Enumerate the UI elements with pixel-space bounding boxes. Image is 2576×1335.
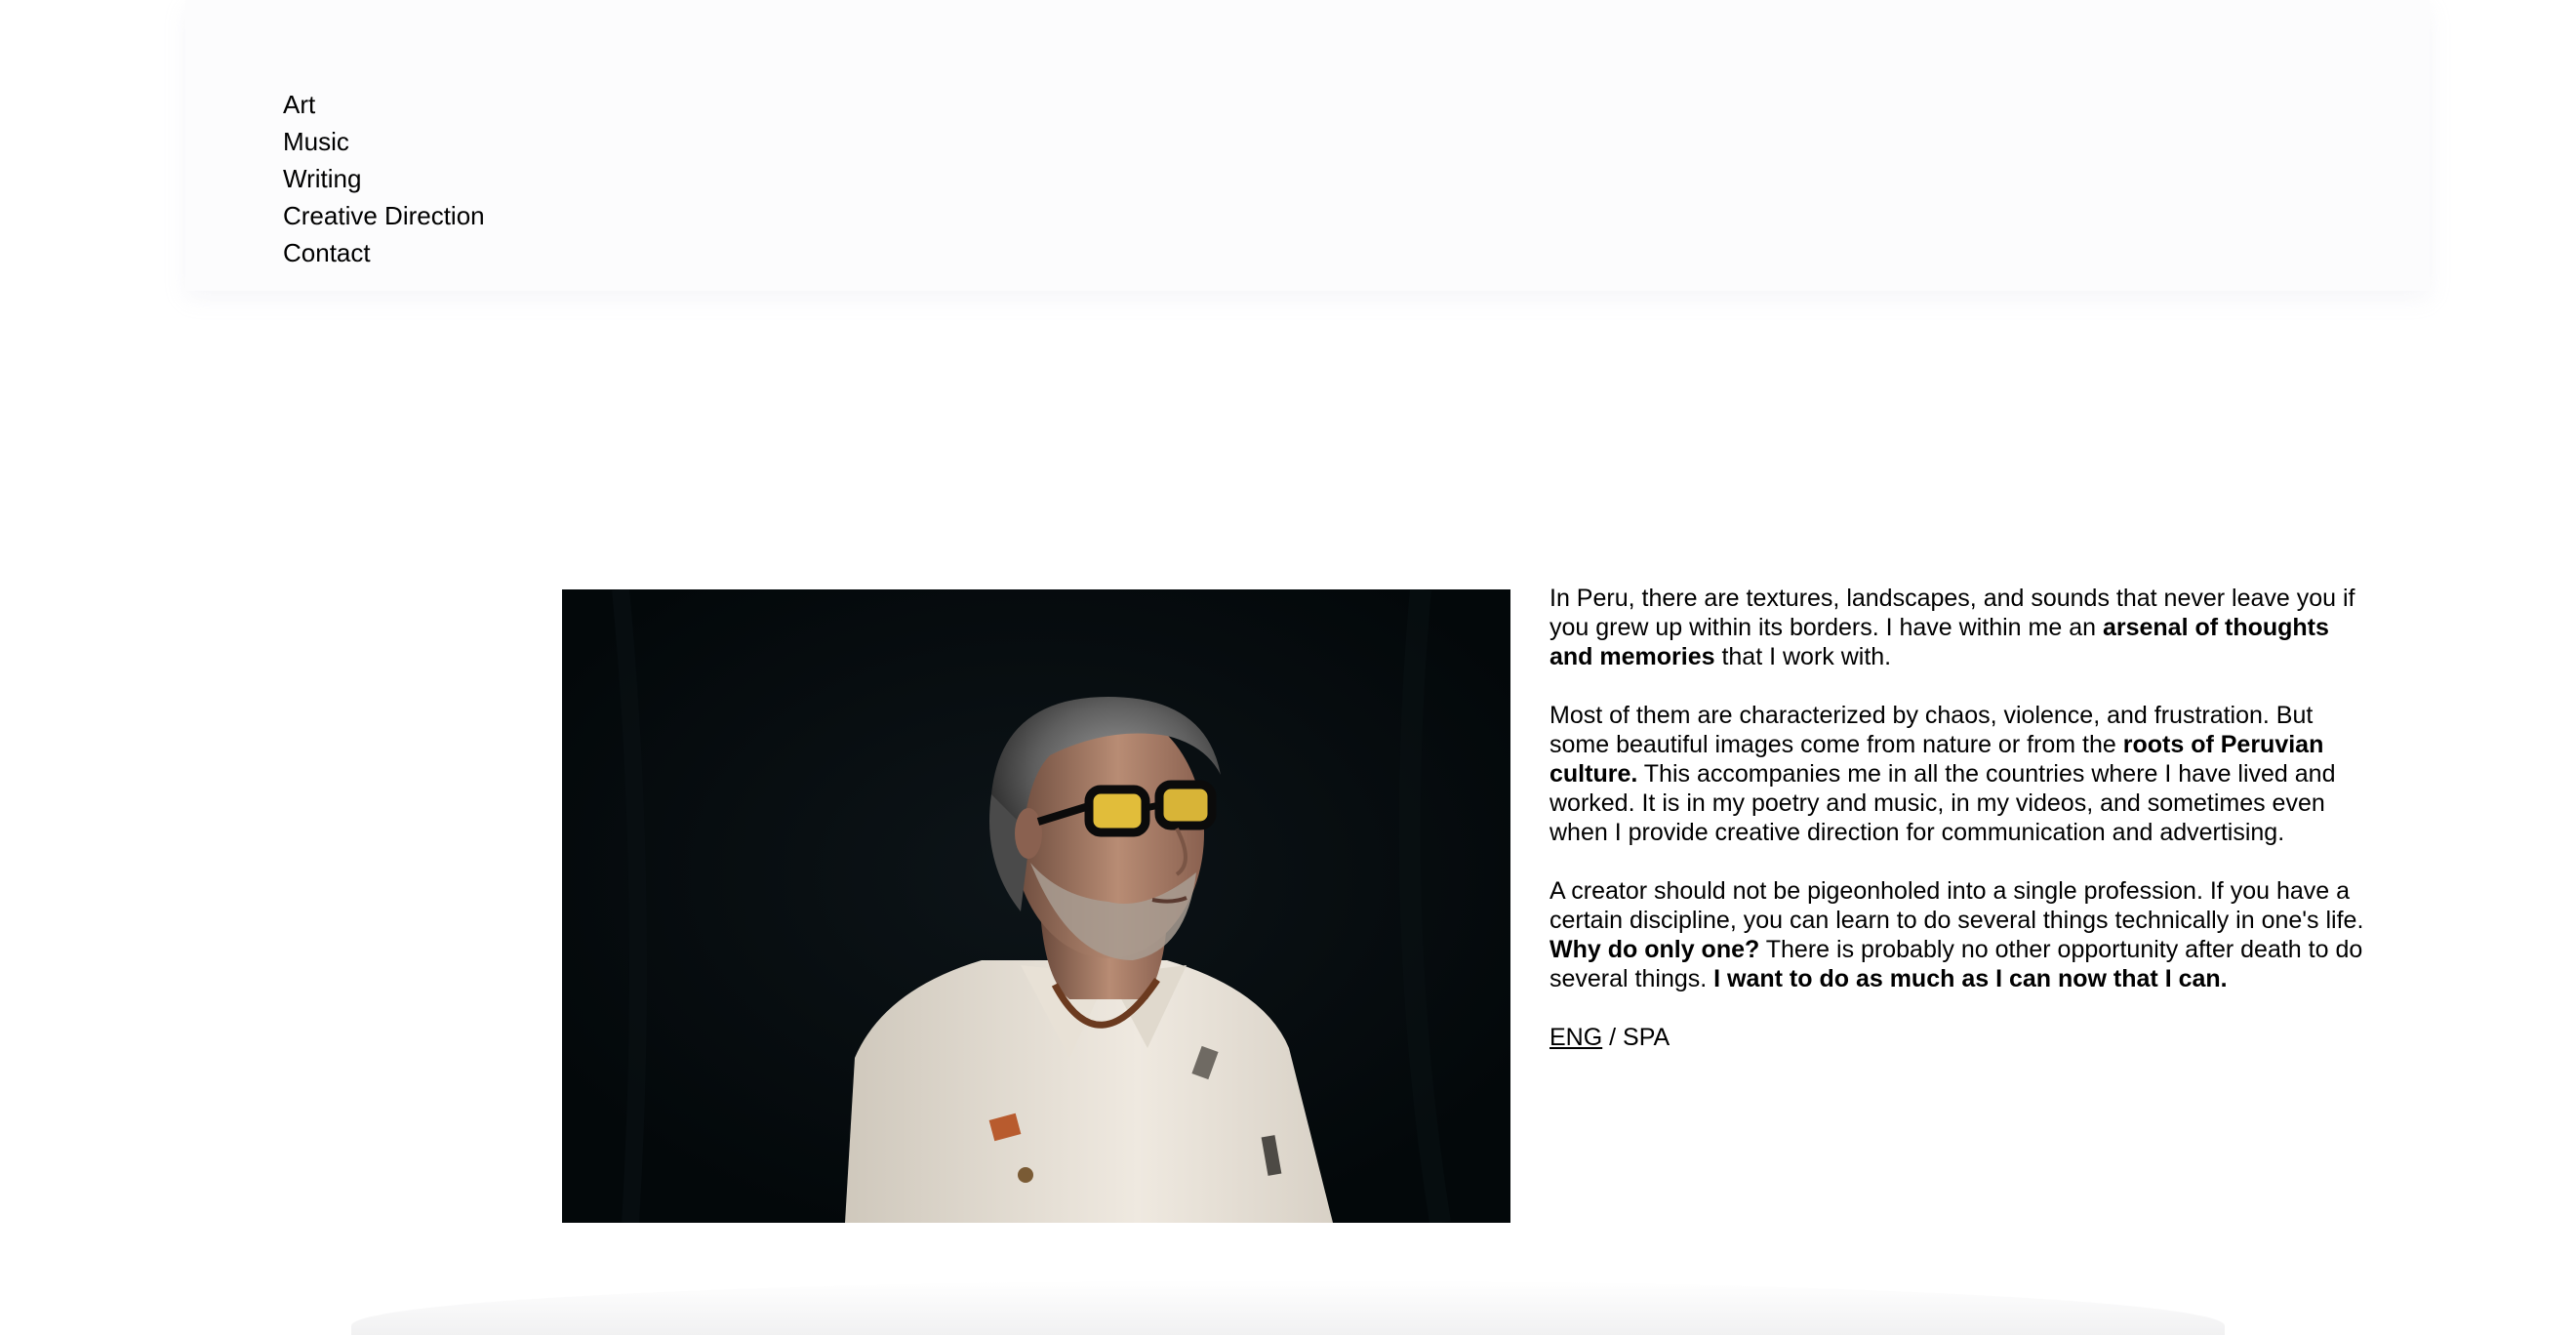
header-bar — [185, 0, 2430, 291]
bio-paragraph-1: In Peru, there are textures, landscapes,… — [1550, 585, 2355, 670]
nav-item-contact[interactable]: Contact — [283, 234, 485, 271]
language-switcher: ENG / SPA — [1550, 1023, 2369, 1052]
language-spa-link[interactable]: SPA — [1623, 1024, 1670, 1051]
language-separator: / — [1602, 1024, 1624, 1051]
nav-item-music[interactable]: Music — [283, 123, 485, 160]
bio-paragraph-2: Most of them are characterized by chaos,… — [1550, 702, 2336, 846]
language-eng-link[interactable]: ENG — [1550, 1024, 1602, 1051]
portrait-photo — [562, 589, 1510, 1223]
portrait-illustration — [562, 589, 1510, 1223]
nav-item-creative-direction[interactable]: Creative Direction — [283, 197, 485, 234]
nav-item-writing[interactable]: Writing — [283, 160, 485, 197]
main-nav: Art Music Writing Creative Direction Con… — [283, 86, 485, 271]
bio-text: In Peru, there are textures, landscapes,… — [1550, 584, 2369, 1052]
bio-paragraph-3: A creator should not be pigeonholed into… — [1550, 877, 2364, 992]
nav-item-art[interactable]: Art — [283, 86, 485, 123]
bottom-shadow-divider — [351, 1280, 2225, 1335]
